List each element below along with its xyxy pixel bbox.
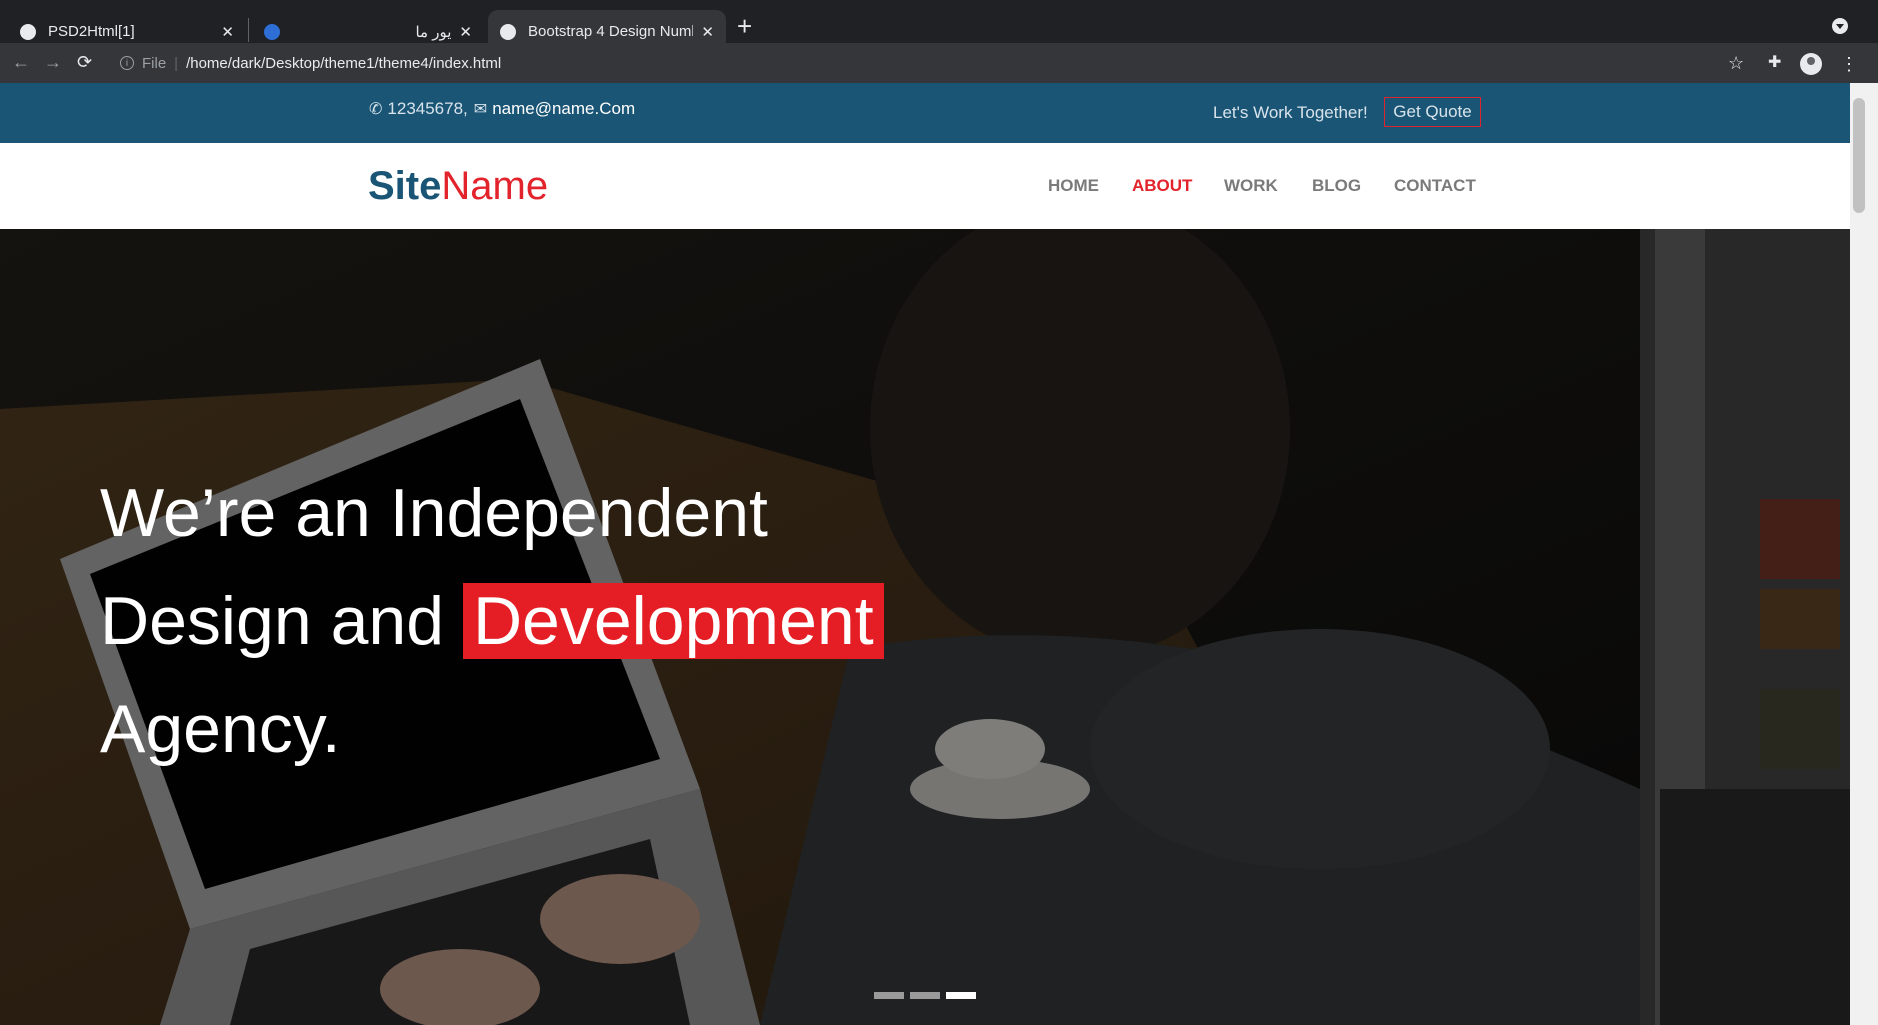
phone-icon: ✆ [369,101,383,118]
globe-icon [20,23,36,40]
nav-home[interactable]: HOME [1048,176,1099,196]
close-icon[interactable]: ✕ [701,23,714,41]
hero-line-2-text: Design and [100,583,445,659]
hero-line-3: Agency. [100,691,341,767]
browser-toolbar: ← → ⟳ i File | /home/dark/Desktop/theme1… [0,43,1878,83]
address-bar[interactable]: i File | /home/dark/Desktop/theme1/theme… [110,47,1720,79]
page-viewport: ✆ 12345678, ✉ name@name.Com Let's Work T… [0,83,1850,1025]
get-quote-button[interactable]: Get Quote [1384,97,1481,127]
slider-dot[interactable] [946,992,976,999]
envelope-icon: ✉ [473,101,488,118]
tab-title: Bootstrap 4 Design Numb [528,23,694,40]
logo-site-text: Site [368,164,442,208]
site-header: SiteName HOME ABOUT WORK BLOG CONTACT [0,143,1850,229]
url-text[interactable]: /home/dark/Desktop/theme1/theme4/index.h… [186,55,501,72]
top-contact-bar: ✆ 12345678, ✉ name@name.Com Let's Work T… [0,83,1850,143]
email-address[interactable]: name@name.Com [492,99,635,119]
extensions-puzzle-icon[interactable]: ✚ [1768,53,1781,73]
close-icon[interactable]: ✕ [221,23,234,41]
nav-about[interactable]: ABOUT [1132,176,1192,196]
nav-work[interactable]: WORK [1224,176,1278,196]
reload-icon[interactable]: ⟳ [77,52,92,72]
slider-indicators [874,992,976,999]
logo-name-text: Name [441,164,549,208]
hero-line-2: Design and Development [100,567,884,675]
site-favicon-icon [264,23,280,40]
hero-highlight: Development [462,583,884,659]
nav-blog[interactable]: BLOG [1312,176,1361,196]
page-scrollbar[interactable] [1850,83,1878,1025]
globe-icon [500,23,516,40]
url-divider: | [174,54,179,72]
tab-title: PSD2Html[1] [48,23,135,40]
new-tab-plus-icon[interactable]: + [737,13,752,39]
hero-slider: We’re an Independent Design and Developm… [0,229,1850,1025]
url-scheme: File [142,54,167,72]
browser-menu-icon[interactable]: ⋮ [1840,54,1858,74]
forward-arrow-icon[interactable]: → [44,52,62,72]
tab-search-icon[interactable] [1832,18,1848,34]
hero-line-1: We’re an Independent [100,475,768,551]
tagline: Let's Work Together! [1213,103,1368,122]
close-icon[interactable]: ✕ [459,23,472,41]
slider-dot[interactable] [874,992,904,999]
tab-title: يور ما [415,23,452,41]
back-arrow-icon[interactable]: ← [12,52,30,72]
info-icon[interactable]: i [120,56,134,70]
nav-contact[interactable]: CONTACT [1394,176,1476,196]
site-logo[interactable]: SiteName [368,164,548,209]
tab-separator [248,18,249,42]
bookmark-star-icon[interactable]: ☆ [1728,53,1744,73]
phone-number: 12345678, [387,99,468,118]
slider-dot[interactable] [910,992,940,999]
hero-heading: We’re an Independent Design and Developm… [100,459,884,783]
contact-info: ✆ 12345678, ✉ name@name.Com [369,99,635,119]
profile-avatar-icon[interactable] [1800,53,1822,75]
scrollbar-thumb[interactable] [1853,98,1865,213]
